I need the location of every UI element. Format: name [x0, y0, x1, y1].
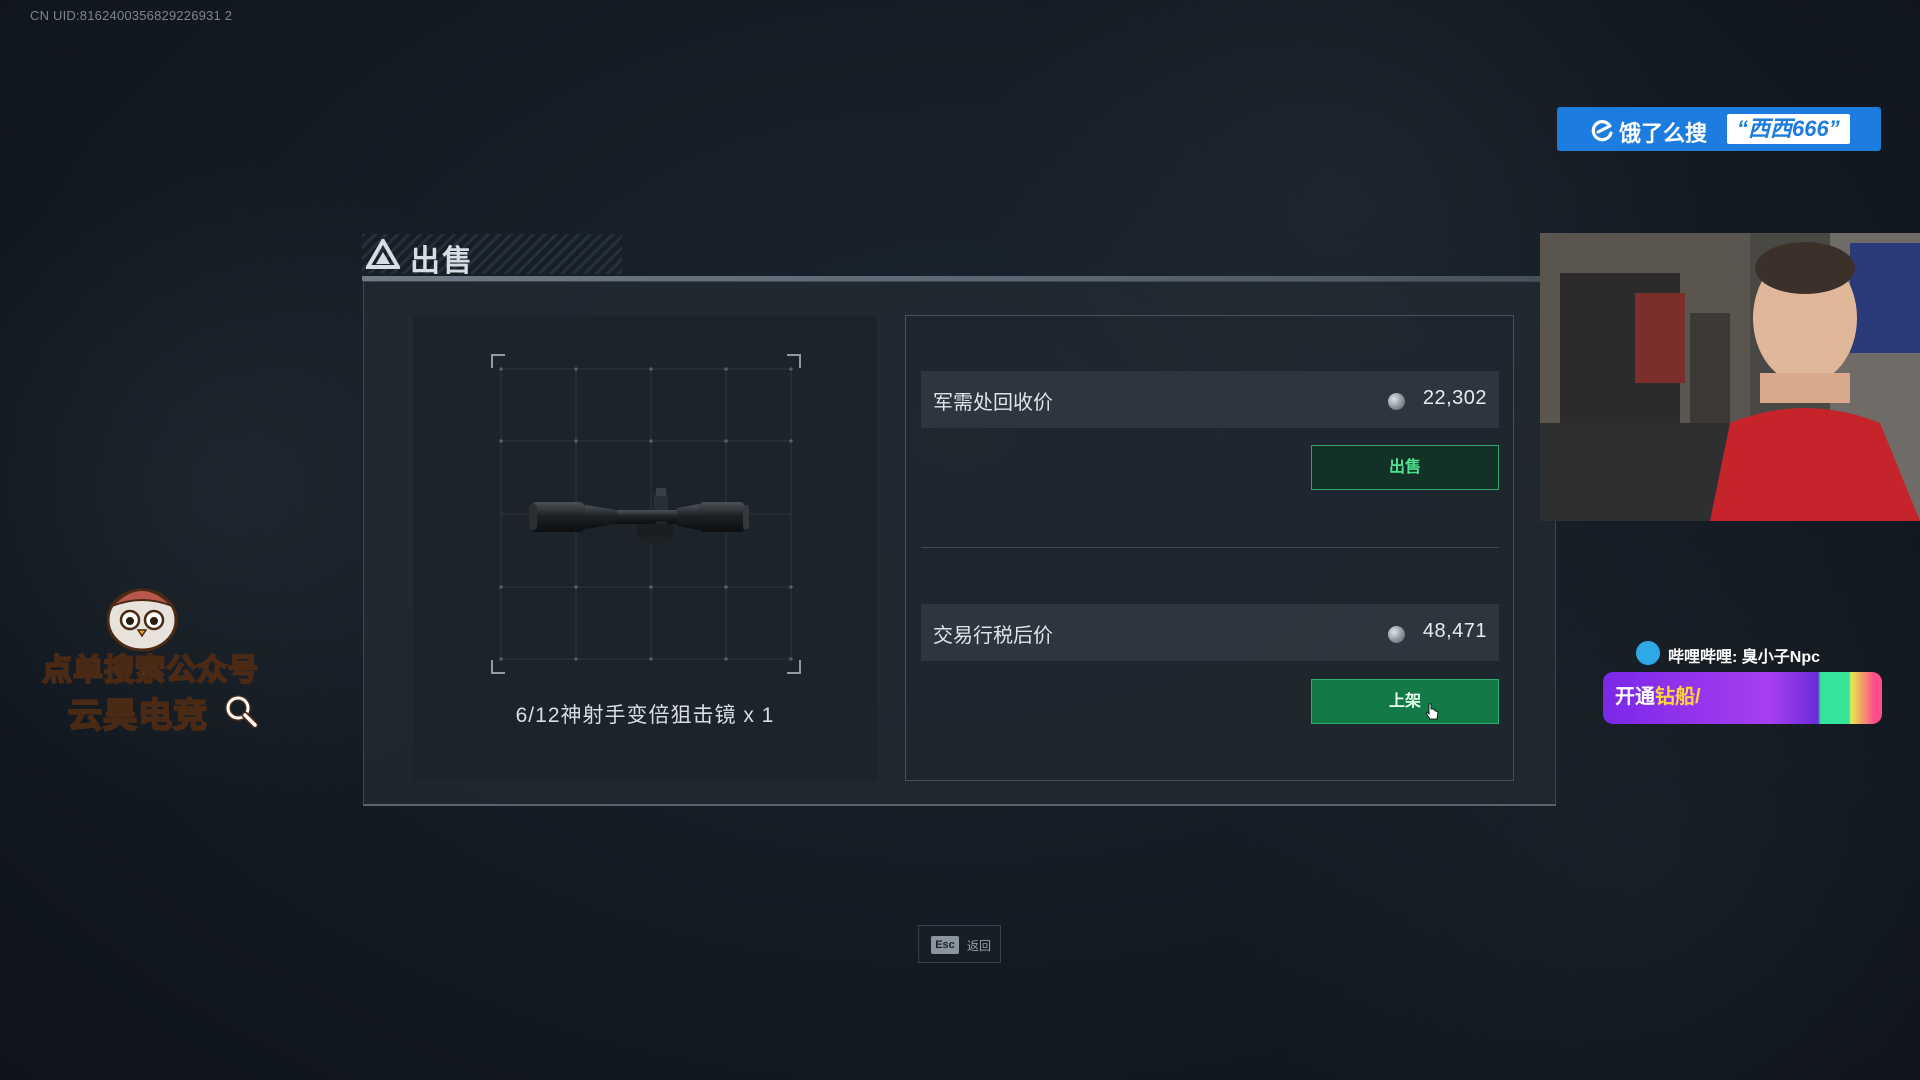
owl-mascot-icon [106, 588, 178, 652]
price-panel: 军需处回收价 22,302 出售 交易行税后价 48,471 上架 [905, 315, 1514, 781]
search-icon [225, 695, 258, 728]
promo-highlight: “西西666” [1727, 114, 1850, 144]
fan-badge-text-a: 开通 [1615, 686, 1655, 708]
market-price-label: 交易行税后价 [933, 625, 1053, 647]
uid-label: CN UID:8162400356829226931 2 [30, 8, 233, 23]
item-preview: 6/12神射手变倍狙击镜 x 1 [413, 316, 877, 781]
market-price-value: 48,471 [1422, 620, 1487, 642]
preview-grid [491, 354, 801, 674]
triangle-logo-icon [366, 239, 400, 269]
corner-bracket [787, 660, 801, 674]
coin-icon [1388, 626, 1405, 643]
market-price-row: 交易行税后价 48,471 [921, 604, 1499, 661]
fan-badge: 开通钻船/ [1603, 672, 1882, 724]
corner-bracket [491, 660, 505, 674]
promo-text: 饿了么搜 [1619, 121, 1708, 146]
item-name: 6/12神射手变倍狙击镜 x 1 [515, 704, 775, 727]
corner-bracket [787, 354, 801, 368]
section-divider [921, 547, 1499, 548]
recycle-price-value: 22,302 [1422, 387, 1487, 409]
list-on-market-button[interactable]: 上架 [1311, 679, 1499, 724]
fan-badge-text: 开通钻船/ [1615, 680, 1701, 709]
bilibili-label: 哔哩哔哩: 臭小子Npc [1668, 649, 1821, 666]
webcam-feed [1540, 233, 1920, 521]
header-stripes [362, 234, 622, 274]
mouse-cursor-icon [1426, 703, 1439, 720]
fan-badge-text-b: 钻船/ [1655, 686, 1701, 708]
esc-label: 返回 [967, 939, 992, 953]
recycle-price-row: 军需处回收价 22,302 [921, 371, 1499, 428]
recycle-price-label: 军需处回收价 [933, 392, 1053, 414]
rifle-scope-icon [529, 488, 749, 544]
corner-bracket [491, 354, 505, 368]
sell-button[interactable]: 出售 [1311, 445, 1499, 490]
wechat-promo-line1: 点单搜索公众号 [41, 653, 259, 688]
eleme-logo-icon [1591, 120, 1613, 142]
esc-back-hint[interactable]: Esc 返回 [918, 925, 1001, 963]
esc-key: Esc [931, 936, 959, 954]
dialog-header: 出售 [362, 230, 1540, 278]
coin-icon [1388, 393, 1405, 410]
wechat-promo-line2: 云昊电竞 [67, 696, 208, 736]
bilibili-icon [1636, 641, 1660, 665]
promo-banner: 饿了么搜 “西西666” [1557, 107, 1881, 151]
dialog-title: 出售 [410, 245, 474, 278]
streamer-webcam-image [1540, 233, 1920, 521]
